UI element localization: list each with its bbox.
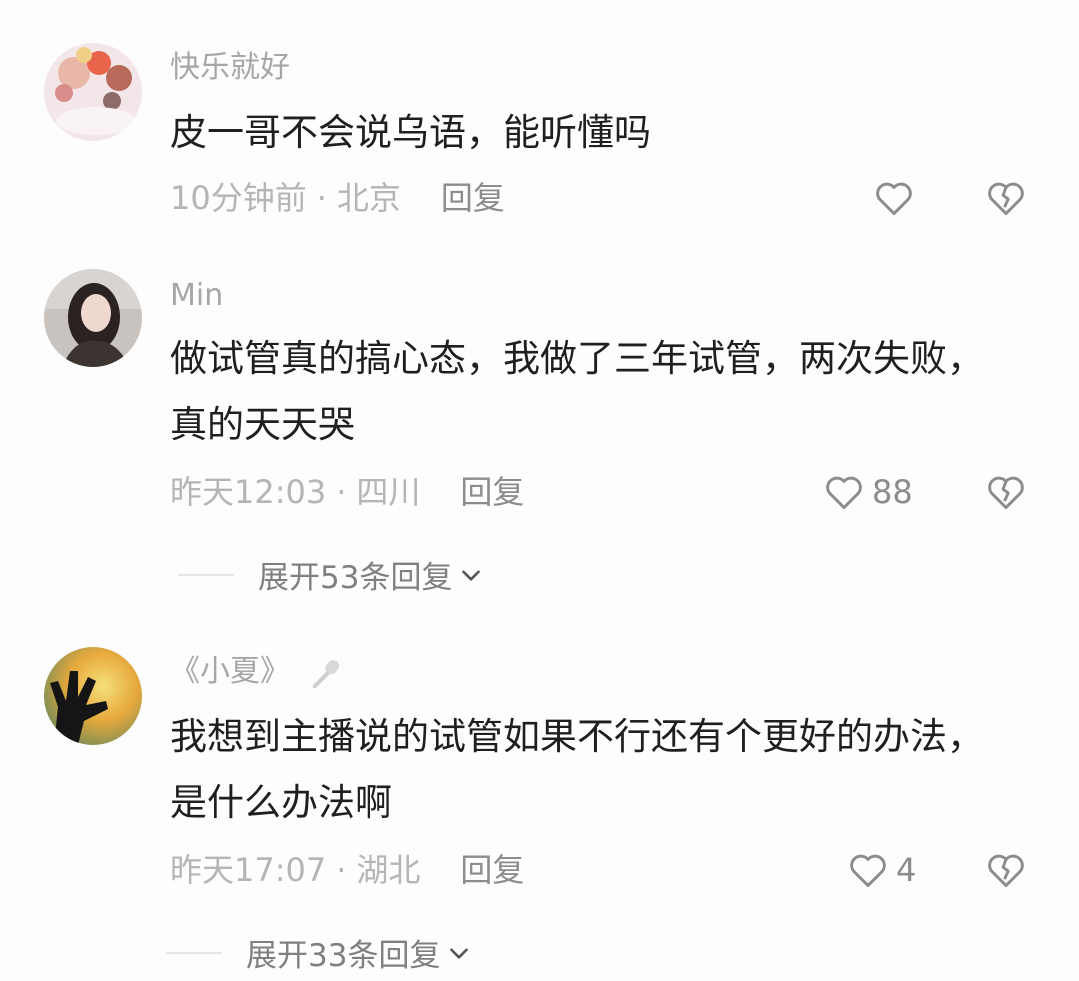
comment-meta: 昨天12:03 · 四川 回复 <box>170 470 524 514</box>
avatar[interactable] <box>44 269 142 367</box>
like-button[interactable] <box>872 176 922 220</box>
expand-replies-label: 展开53条回复 <box>258 560 453 596</box>
username[interactable]: Min <box>170 276 223 316</box>
comment-time: 10分钟前 <box>170 179 307 217</box>
comment-text: 做试管真的搞心态，我做了三年试管，两次失败，真的天天哭 <box>170 337 984 446</box>
comment-text: 我想到主播说的试管如果不行还有个更好的办法，是什么办法啊 <box>170 715 984 824</box>
expand-replies-button[interactable]: 展开33条回复 <box>166 930 472 975</box>
broken-heart-icon <box>988 476 1024 510</box>
like-button[interactable]: 4 <box>846 848 916 892</box>
chevron-down-icon <box>450 947 469 959</box>
reply-button[interactable]: 回复 <box>460 473 524 511</box>
comment-time: 昨天17:07 <box>170 851 327 889</box>
meta-separator: · <box>336 851 347 889</box>
broken-heart-icon <box>988 182 1024 216</box>
comment-location: 四川 <box>356 473 421 511</box>
expand-replies-button[interactable]: 展开53条回复 <box>178 552 484 597</box>
username[interactable]: 快乐就好 <box>170 48 290 88</box>
username[interactable]: 《小夏》 <box>170 652 348 693</box>
microphone-icon <box>312 659 339 688</box>
broken-heart-icon <box>988 854 1024 888</box>
comment-text: 皮一哥不会说乌语，能听懂吗 <box>170 111 651 154</box>
divider-line <box>178 573 234 576</box>
comment-meta: 昨天17:07 · 湖北 回复 <box>170 848 524 892</box>
heart-outline-icon <box>850 854 886 888</box>
heart-outline-icon <box>876 182 912 216</box>
like-count: 4 <box>896 851 917 889</box>
comment-time: 昨天12:03 <box>170 473 327 511</box>
woman-portrait-avatar-icon <box>44 269 142 367</box>
chevron-down-icon <box>462 569 481 581</box>
dislike-button[interactable] <box>984 176 1028 220</box>
dislike-button[interactable] <box>984 470 1028 514</box>
meta-separator: · <box>336 473 347 511</box>
username-text: 《小夏》 <box>170 654 290 689</box>
meta-separator: · <box>316 179 327 217</box>
expand-replies-label: 展开33条回复 <box>246 938 441 974</box>
like-button[interactable]: 88 <box>822 470 913 514</box>
like-count: 88 <box>872 473 913 511</box>
comment-meta: 10分钟前 · 北京 回复 <box>170 176 505 220</box>
divider-line <box>166 951 222 954</box>
reply-button[interactable]: 回复 <box>441 179 505 217</box>
comment-location: 北京 <box>336 179 401 217</box>
avatar[interactable] <box>44 43 142 141</box>
comment-location: 湖北 <box>356 851 421 889</box>
flowers-avatar-icon <box>44 43 142 141</box>
hand-silhouette-avatar-icon <box>44 647 142 745</box>
avatar[interactable] <box>44 647 142 745</box>
heart-outline-icon <box>826 476 862 510</box>
reply-button[interactable]: 回复 <box>460 851 524 889</box>
dislike-button[interactable] <box>984 848 1028 892</box>
